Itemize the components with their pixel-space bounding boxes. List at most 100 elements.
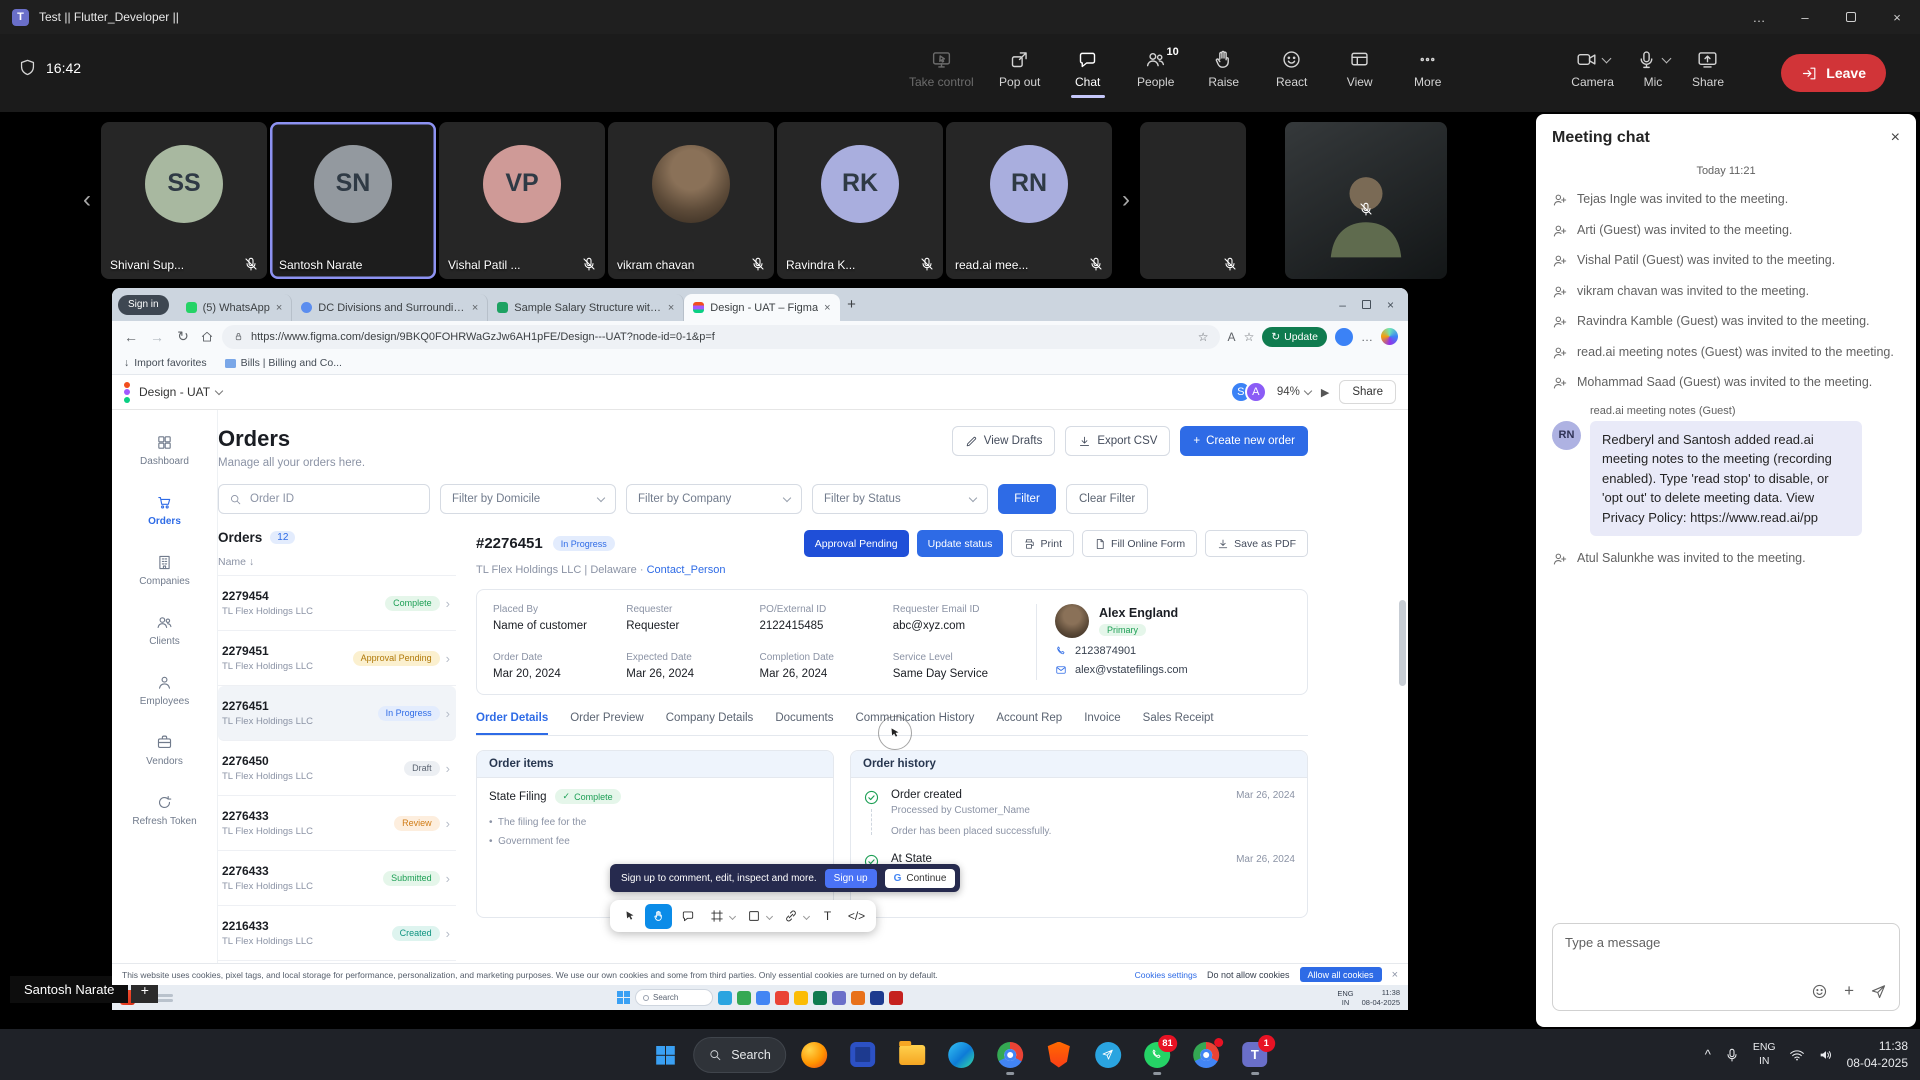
pop-out-button[interactable]: Pop out <box>989 42 1051 95</box>
participant-tile-video[interactable] <box>1285 122 1447 279</box>
browser-signin-pill[interactable]: Sign in <box>118 295 169 315</box>
browser-more-icon[interactable]: … <box>1361 330 1373 344</box>
participant-tile[interactable]: RN read.ai mee... <box>946 122 1112 279</box>
message-input[interactable] <box>1565 935 1887 950</box>
tab-close-icon[interactable]: × <box>824 302 830 314</box>
dev-mode-tool[interactable]: </> <box>843 904 870 929</box>
teams-icon[interactable]: T 1 <box>1234 1034 1276 1076</box>
raise-hand-button[interactable]: Raise <box>1193 42 1255 95</box>
browser-profile-icon[interactable] <box>1335 328 1353 346</box>
address-bar[interactable]: https://www.figma.com/design/9BKQ0FOHRWa… <box>222 325 1220 349</box>
allow-cookies-button[interactable]: Allow all cookies <box>1300 967 1382 982</box>
favorites-star-icon[interactable]: ☆ <box>1244 330 1255 344</box>
approval-pending-button[interactable]: Approval Pending <box>804 530 909 557</box>
save-as-pdf-button[interactable]: Save as PDF <box>1205 530 1308 557</box>
bookmark-star-icon[interactable]: ☆ <box>1198 330 1209 344</box>
window-minimize-button[interactable]: – <box>1782 0 1828 34</box>
figma-share-button[interactable]: Share <box>1339 380 1396 404</box>
copilot-icon[interactable] <box>1381 328 1398 345</box>
emoji-icon[interactable] <box>1811 983 1828 1000</box>
strip-prev-button[interactable]: ‹ <box>76 186 98 214</box>
cookie-close-icon[interactable]: × <box>1392 969 1398 981</box>
refresh-icon[interactable]: ↻ <box>174 328 192 345</box>
tab-documents[interactable]: Documents <box>775 712 833 735</box>
sidebar-item-companies[interactable]: Companies <box>139 554 190 587</box>
sidebar-item-orders[interactable]: Orders <box>148 494 181 527</box>
mic-button[interactable]: Mic <box>1630 42 1676 95</box>
camera-chevron-icon[interactable] <box>1601 53 1611 63</box>
firefox-icon[interactable] <box>793 1034 835 1076</box>
back-icon[interactable]: ← <box>122 329 140 345</box>
whatsapp-icon[interactable]: 81 <box>1136 1034 1178 1076</box>
pinned-app-icon[interactable] <box>832 991 846 1005</box>
attach-plus-icon[interactable]: + <box>1844 981 1854 1001</box>
order-row-selected[interactable]: 2276451TL Flex Holdings LLC In Progress … <box>218 686 456 741</box>
chevron-down-icon[interactable] <box>729 912 736 919</box>
wifi-icon[interactable] <box>1789 1047 1805 1063</box>
mic-chevron-icon[interactable] <box>1662 53 1672 63</box>
clock[interactable]: 11:3808-04-2025 <box>1362 988 1400 1007</box>
order-row[interactable]: 2276450TL Flex Holdings LLC Draft › <box>218 741 456 796</box>
update-status-button[interactable]: Update status <box>917 530 1004 557</box>
order-row[interactable]: 2279451TL Flex Holdings LLC Approval Pen… <box>218 631 456 686</box>
bookmark-item[interactable]: Bills | Billing and Co... <box>225 357 342 369</box>
contact-phone[interactable]: 2123874901 <box>1055 645 1291 657</box>
file-explorer-icon[interactable] <box>891 1034 933 1076</box>
camera-button[interactable]: Camera <box>1565 42 1620 95</box>
strip-next-button[interactable]: › <box>1115 186 1137 214</box>
take-control-button[interactable]: Take control <box>900 42 983 95</box>
browser-minimize-icon[interactable]: – <box>1339 298 1346 312</box>
start-button-small[interactable] <box>617 991 630 1004</box>
contact-person-link[interactable]: Contact_Person <box>647 564 726 576</box>
connector-tool[interactable] <box>777 904 804 929</box>
language-switcher[interactable]: ENG IN <box>1753 1041 1776 1067</box>
sign-up-button[interactable]: Sign up <box>825 869 877 888</box>
order-row[interactable]: 2276433TL Flex Holdings LLC Submitted › <box>218 851 456 906</box>
window-close-button[interactable]: × <box>1874 0 1920 34</box>
tab-communication-history[interactable]: Communication History <box>855 712 974 735</box>
tray-expand-icon[interactable]: ^ <box>1705 1047 1711 1062</box>
chrome-profile-icon[interactable] <box>1185 1034 1227 1076</box>
tray-mic-icon[interactable] <box>1724 1047 1740 1063</box>
view-button[interactable]: View <box>1329 42 1391 95</box>
send-icon[interactable] <box>1870 983 1887 1000</box>
figma-logo-icon[interactable] <box>124 382 130 403</box>
window-maximize-button[interactable] <box>1828 0 1874 34</box>
message-compose-box[interactable]: + <box>1552 923 1900 1011</box>
tab-order-preview[interactable]: Order Preview <box>570 712 644 735</box>
telegram-icon[interactable] <box>1087 1034 1129 1076</box>
comment-tool[interactable] <box>674 904 701 929</box>
chevron-down-icon[interactable] <box>766 912 773 919</box>
cursor-tool[interactable] <box>616 904 643 929</box>
tab-account-rep[interactable]: Account Rep <box>996 712 1062 735</box>
tab-sales-receipt[interactable]: Sales Receipt <box>1143 712 1214 735</box>
more-button[interactable]: More <box>1397 42 1459 95</box>
order-row[interactable]: 2279454TL Flex Holdings LLC Complete › <box>218 576 456 631</box>
page-scrollbar[interactable] <box>1399 600 1406 686</box>
browser-maximize-icon[interactable] <box>1362 300 1371 309</box>
sidebar-item-employees[interactable]: Employees <box>140 674 189 707</box>
participant-tile[interactable]: VP Vishal Patil ... <box>439 122 605 279</box>
view-drafts-button[interactable]: View Drafts <box>952 426 1056 456</box>
new-tab-button[interactable]: + <box>840 293 864 317</box>
export-csv-button[interactable]: Export CSV <box>1065 426 1170 456</box>
window-more-button[interactable]: … <box>1736 0 1782 34</box>
shape-tool[interactable] <box>740 904 767 929</box>
browser-tab-active[interactable]: Design - UAT – Figma × <box>684 294 839 321</box>
hand-tool[interactable] <box>645 904 672 929</box>
home-icon[interactable] <box>200 330 214 344</box>
contact-email[interactable]: alex@vstatefilings.com <box>1055 664 1291 676</box>
react-button[interactable]: React <box>1261 42 1323 95</box>
browser-tab[interactable]: DC Divisions and Surroundings × <box>292 294 488 321</box>
sidebar-item-refresh-token[interactable]: Refresh Token <box>132 794 196 827</box>
forward-icon[interactable]: → <box>148 329 166 345</box>
people-button[interactable]: 10 People <box>1125 42 1187 95</box>
participant-tile[interactable]: SS Shivani Sup... <box>101 122 267 279</box>
pinned-app-icon[interactable] <box>775 991 789 1005</box>
order-row[interactable]: 2216433TL Flex Holdings LLC Created › <box>218 906 456 961</box>
tab-close-icon[interactable]: × <box>668 302 674 314</box>
leave-button[interactable]: Leave <box>1781 54 1886 92</box>
chat-close-icon[interactable]: × <box>1891 129 1900 147</box>
browser-close-icon[interactable]: × <box>1387 298 1394 312</box>
taskbar-search[interactable]: Search <box>693 1037 786 1073</box>
